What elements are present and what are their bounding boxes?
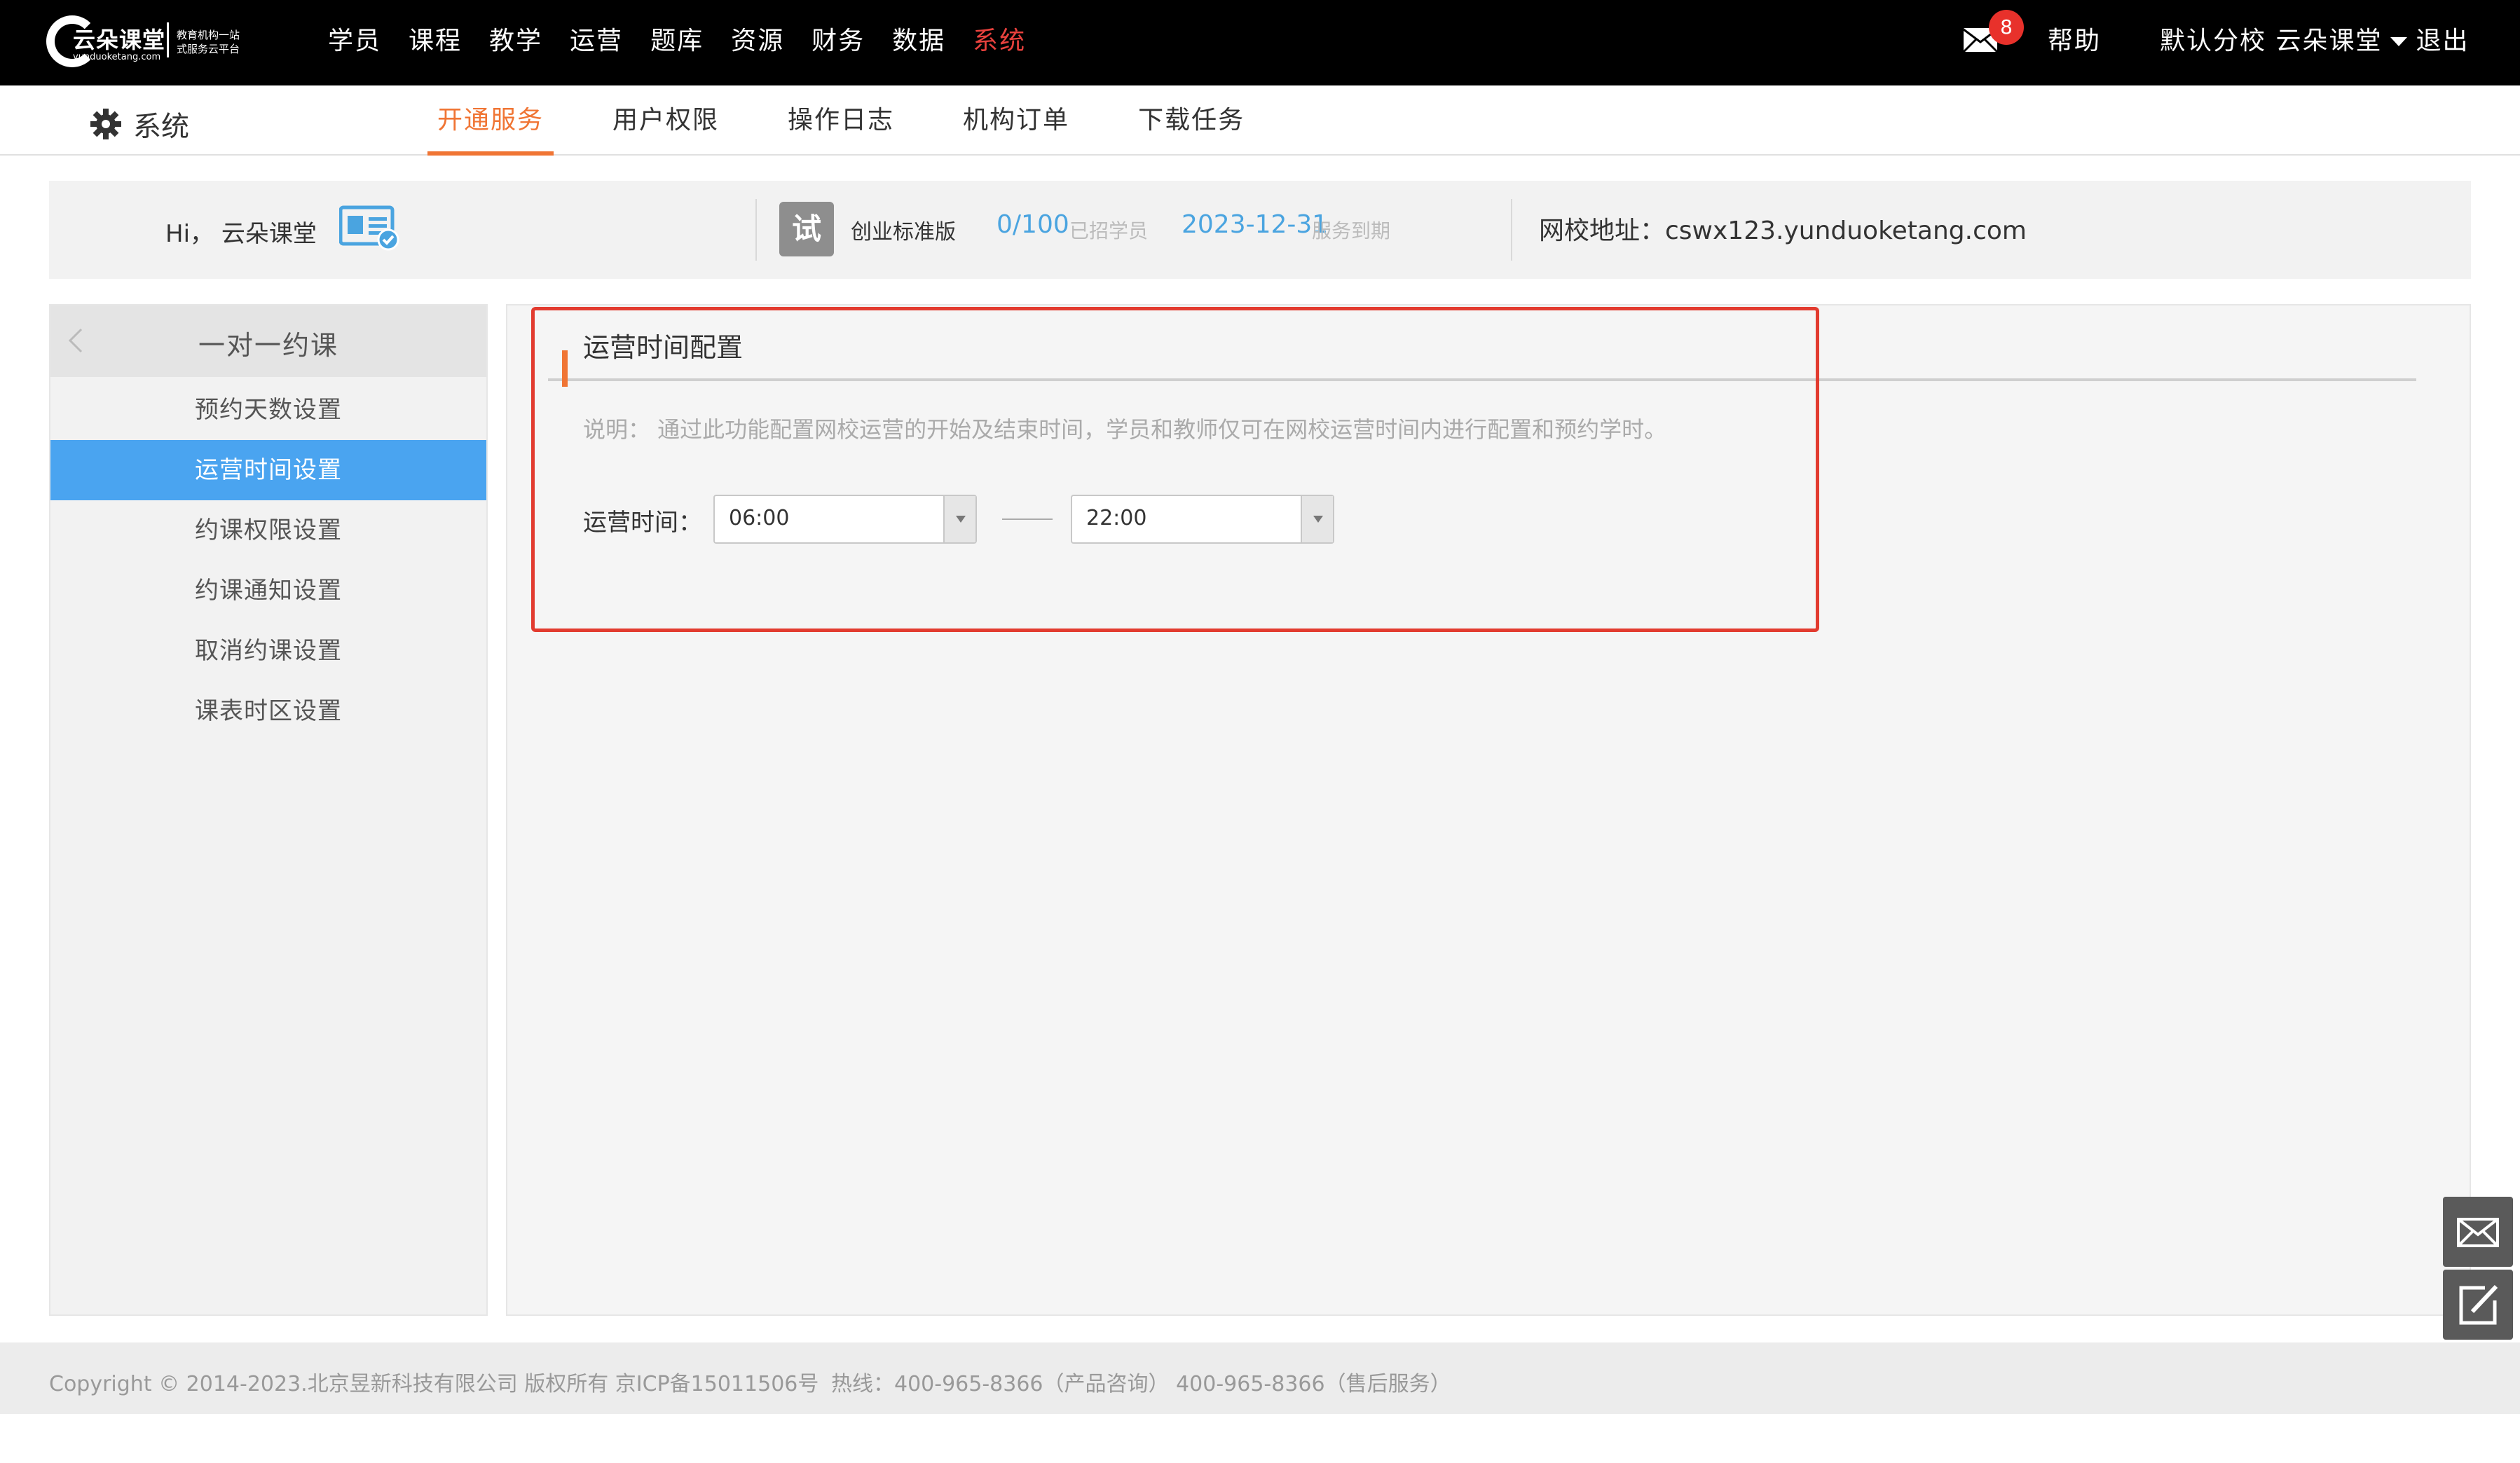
- page-title: 系统: [90, 104, 189, 144]
- nav-item-data[interactable]: 数据: [892, 22, 945, 60]
- sidebar-item-timezone[interactable]: 课表时区设置: [50, 681, 486, 741]
- operating-time-label: 运营时间：: [583, 509, 702, 537]
- divider: [1511, 199, 1512, 261]
- brand-logo[interactable]: 云朵课堂 yunduoketang.com 教育机构一站式服务云平台: [46, 13, 249, 70]
- start-time-value: 06:00: [729, 506, 790, 530]
- end-time-value: 22:00: [1086, 506, 1147, 530]
- main-nav: 学员 课程 教学 运营 题库 资源 财务 数据 系统: [328, 22, 1053, 60]
- plan-name: 创业标准版: [851, 220, 956, 245]
- logo-slogan: 教育机构一站式服务云平台: [177, 29, 240, 55]
- nav-item-courses[interactable]: 课程: [409, 22, 462, 60]
- nav-item-teaching[interactable]: 教学: [489, 22, 542, 60]
- logout-link[interactable]: 退出: [2416, 22, 2469, 60]
- range-separator: [1002, 518, 1053, 520]
- sidebar-item-cancel-booking[interactable]: 取消约课设置: [50, 621, 486, 681]
- caret-down-icon: [2390, 36, 2408, 46]
- page-title-text: 系统: [133, 111, 189, 143]
- nav-item-system[interactable]: 系统: [973, 22, 1026, 60]
- sidebar-header: 一对一约课: [50, 305, 486, 377]
- expire-date: 2023-12-31: [1182, 210, 1329, 239]
- tab-download-tasks[interactable]: 下载任务: [1128, 85, 1254, 156]
- tab-user-permissions[interactable]: 用户权限: [603, 85, 729, 156]
- nav-item-resources[interactable]: 资源: [731, 22, 784, 60]
- logo-divider: [167, 22, 169, 57]
- section-title: 运营时间配置: [583, 332, 744, 363]
- dropdown-arrow-icon[interactable]: [943, 496, 975, 542]
- sidebar-item-booking-permissions[interactable]: 约课权限设置: [50, 500, 486, 561]
- help-link[interactable]: 帮助: [2048, 22, 2101, 60]
- start-time-select[interactable]: 06:00: [713, 495, 977, 544]
- sidebar-item-operating-hours[interactable]: 运营时间设置: [50, 440, 486, 500]
- edit-icon: [2459, 1284, 2498, 1325]
- main-panel: 运营时间配置 说明： 通过此功能配置网校运营的开始及结束时间，学员和教师仅可在网…: [506, 304, 2471, 1316]
- envelope-icon: [2457, 1218, 2499, 1247]
- sub-header: 系统 开通服务 用户权限 操作日志 机构订单 下载任务: [0, 85, 2520, 156]
- sidebar-item-booking-days[interactable]: 预约天数设置: [50, 380, 486, 440]
- end-time-select[interactable]: 22:00: [1071, 495, 1334, 544]
- dropdown-arrow-icon[interactable]: [1301, 496, 1333, 542]
- nav-item-question-bank[interactable]: 题库: [650, 22, 704, 60]
- tab-operation-log[interactable]: 操作日志: [778, 85, 904, 156]
- divider: [755, 199, 757, 261]
- section-header: [548, 327, 2416, 387]
- expire-label: 服务到期: [1312, 219, 1391, 242]
- chevron-left-icon[interactable]: [62, 327, 90, 355]
- students-count: 0/100: [997, 210, 1069, 239]
- id-card-icon[interactable]: [339, 205, 399, 251]
- copyright: Copyright © 2014-2023.北京昱新科技有限公司 版权所有 京I…: [49, 1372, 819, 1396]
- sub-tabs: 开通服务 用户权限 操作日志 机构订单 下载任务: [427, 85, 1303, 156]
- tab-open-service[interactable]: 开通服务: [427, 85, 554, 156]
- floating-feedback-button[interactable]: [2443, 1270, 2513, 1340]
- nav-item-finance[interactable]: 财务: [812, 22, 865, 60]
- trial-badge-icon: 试: [779, 202, 834, 256]
- greeting: Hi， 云朵课堂: [165, 220, 317, 248]
- branch-switcher[interactable]: 默认分校 云朵课堂 退出: [2160, 22, 2469, 60]
- tab-org-orders[interactable]: 机构订单: [953, 85, 1079, 156]
- section-accent-bar: [562, 350, 568, 387]
- gear-icon: [90, 109, 121, 139]
- logo-name: 云朵课堂: [73, 27, 166, 53]
- nav-item-students[interactable]: 学员: [328, 22, 381, 60]
- logo-url: yunduoketang.com: [73, 52, 161, 62]
- nav-item-operations[interactable]: 运营: [570, 22, 623, 60]
- sidebar-title: 一对一约课: [198, 330, 338, 361]
- account-info-bar: Hi， 云朵课堂 试 创业标准版 0/100 已招学员 2023-12-31 服…: [49, 181, 2471, 279]
- floating-message-button[interactable]: [2443, 1197, 2513, 1267]
- sidebar-item-booking-notifications[interactable]: 约课通知设置: [50, 561, 486, 621]
- sidebar: 一对一约课 预约天数设置 运营时间设置 约课权限设置 约课通知设置 取消约课设置…: [49, 304, 488, 1316]
- description-text: 说明： 通过此功能配置网校运营的开始及结束时间，学员和教师仅可在网校运营时间内进…: [583, 416, 1667, 443]
- school-address: 网校地址：cswx123.yunduoketang.com: [1539, 217, 2027, 245]
- branch-label: 默认分校 云朵课堂: [2160, 27, 2383, 55]
- top-navigation-bar: 云朵课堂 yunduoketang.com 教育机构一站式服务云平台 学员 课程…: [0, 0, 2520, 85]
- mail-badge: 8: [1989, 10, 2024, 45]
- students-label: 已招学员: [1069, 219, 1149, 242]
- hotline: 热线：400-965-8366（产品咨询） 400-965-8366（售后服务）: [831, 1372, 1451, 1396]
- footer: Copyright © 2014-2023.北京昱新科技有限公司 版权所有 京I…: [0, 1342, 2520, 1414]
